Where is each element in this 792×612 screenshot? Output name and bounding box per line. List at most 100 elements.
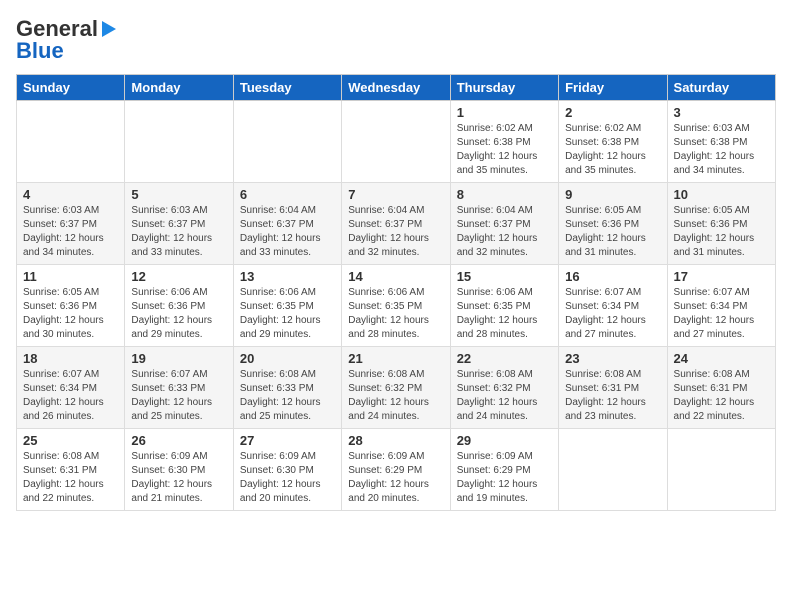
day-number: 19 [131,351,226,366]
day-number: 1 [457,105,552,120]
day-number: 5 [131,187,226,202]
day-info: Sunrise: 6:04 AM Sunset: 6:37 PM Dayligh… [348,204,443,260]
calendar-cell: 24 Sunrise: 6:08 AM Sunset: 6:31 PM Dayli… [667,347,775,429]
day-info: Sunrise: 6:05 AM Sunset: 6:36 PM Dayligh… [23,286,118,342]
day-info: Sunrise: 6:08 AM Sunset: 6:33 PM Dayligh… [240,368,335,424]
day-number: 14 [348,269,443,284]
day-info: Sunrise: 6:09 AM Sunset: 6:30 PM Dayligh… [240,450,335,506]
calendar-cell: 16Sunrise: 6:07 AM Sunset: 6:34 PM Dayli… [559,265,667,347]
calendar-cell [125,101,233,183]
day-number: 9 [565,187,660,202]
day-info: Sunrise: 6:07 AM Sunset: 6:34 PM Dayligh… [565,286,660,342]
day-info: Sunrise: 6:03 AM Sunset: 6:37 PM Dayligh… [131,204,226,260]
calendar-cell: 14 Sunrise: 6:06 AM Sunset: 6:35 PM Dayli… [342,265,450,347]
day-number: 26 [131,433,226,448]
day-info: Sunrise: 6:08 AM Sunset: 6:31 PM Dayligh… [23,450,118,506]
calendar-week-row: 11 Sunrise: 6:05 AM Sunset: 6:36 PM Dayli… [17,265,776,347]
calendar-cell: 26 Sunrise: 6:09 AM Sunset: 6:30 PM Dayli… [125,429,233,511]
day-info: Sunrise: 6:07 AM Sunset: 6:34 PM Dayligh… [674,286,769,342]
logo: General Blue [16,16,116,64]
day-info: Sunrise: 6:04 AM Sunset: 6:37 PM Dayligh… [240,204,335,260]
calendar-cell: 15 Sunrise: 6:06 AM Sunset: 6:35 PM Dayli… [450,265,558,347]
day-number: 29 [457,433,552,448]
weekday-header-tuesday: Tuesday [233,75,341,101]
calendar-table: SundayMondayTuesdayWednesdayThursdayFrid… [16,74,776,511]
calendar-cell: 21Sunrise: 6:08 AM Sunset: 6:32 PM Dayli… [342,347,450,429]
day-info: Sunrise: 6:05 AM Sunset: 6:36 PM Dayligh… [674,204,769,260]
calendar-week-row: 1 Sunrise: 6:02 AM Sunset: 6:38 PM Daylig… [17,101,776,183]
day-number: 17 [674,269,769,284]
day-info: Sunrise: 6:03 AM Sunset: 6:37 PM Dayligh… [23,204,118,260]
weekday-header-thursday: Thursday [450,75,558,101]
calendar-cell: 7 Sunrise: 6:04 AM Sunset: 6:37 PM Daylig… [342,183,450,265]
day-info: Sunrise: 6:02 AM Sunset: 6:38 PM Dayligh… [457,122,552,178]
calendar-cell: 3 Sunrise: 6:03 AM Sunset: 6:38 PM Daylig… [667,101,775,183]
day-info: Sunrise: 6:08 AM Sunset: 6:31 PM Dayligh… [674,368,769,424]
calendar-week-row: 25Sunrise: 6:08 AM Sunset: 6:31 PM Dayli… [17,429,776,511]
calendar-cell: 11 Sunrise: 6:05 AM Sunset: 6:36 PM Dayli… [17,265,125,347]
logo-blue: Blue [16,38,64,64]
day-number: 28 [348,433,443,448]
calendar-cell: 25Sunrise: 6:08 AM Sunset: 6:31 PM Dayli… [17,429,125,511]
calendar-cell: 17 Sunrise: 6:07 AM Sunset: 6:34 PM Dayli… [667,265,775,347]
calendar-cell: 8 Sunrise: 6:04 AM Sunset: 6:37 PM Daylig… [450,183,558,265]
calendar-cell: 28Sunrise: 6:09 AM Sunset: 6:29 PM Dayli… [342,429,450,511]
day-number: 22 [457,351,552,366]
calendar-cell: 12 Sunrise: 6:06 AM Sunset: 6:36 PM Dayli… [125,265,233,347]
day-info: Sunrise: 6:09 AM Sunset: 6:30 PM Dayligh… [131,450,226,506]
calendar-cell: 29 Sunrise: 6:09 AM Sunset: 6:29 PM Dayli… [450,429,558,511]
calendar-cell: 27 Sunrise: 6:09 AM Sunset: 6:30 PM Dayli… [233,429,341,511]
day-info: Sunrise: 6:08 AM Sunset: 6:31 PM Dayligh… [565,368,660,424]
day-number: 23 [565,351,660,366]
calendar-cell: 6 Sunrise: 6:04 AM Sunset: 6:37 PM Daylig… [233,183,341,265]
calendar-cell [559,429,667,511]
logo-arrow-icon [102,21,116,37]
day-number: 7 [348,187,443,202]
day-number: 6 [240,187,335,202]
calendar-cell: 22Sunrise: 6:08 AM Sunset: 6:32 PM Dayli… [450,347,558,429]
day-info: Sunrise: 6:07 AM Sunset: 6:34 PM Dayligh… [23,368,118,424]
calendar-cell: 1 Sunrise: 6:02 AM Sunset: 6:38 PM Daylig… [450,101,558,183]
calendar-cell [342,101,450,183]
calendar-cell: 10 Sunrise: 6:05 AM Sunset: 6:36 PM Dayli… [667,183,775,265]
calendar-cell: 4Sunrise: 6:03 AM Sunset: 6:37 PM Daylig… [17,183,125,265]
day-info: Sunrise: 6:04 AM Sunset: 6:37 PM Dayligh… [457,204,552,260]
weekday-header-row: SundayMondayTuesdayWednesdayThursdayFrid… [17,75,776,101]
day-number: 24 [674,351,769,366]
day-number: 11 [23,269,118,284]
calendar-cell: 13 Sunrise: 6:06 AM Sunset: 6:35 PM Dayli… [233,265,341,347]
weekday-header-saturday: Saturday [667,75,775,101]
day-number: 18 [23,351,118,366]
day-info: Sunrise: 6:06 AM Sunset: 6:35 PM Dayligh… [348,286,443,342]
calendar-cell: 5 Sunrise: 6:03 AM Sunset: 6:37 PM Daylig… [125,183,233,265]
calendar-cell: 2Sunrise: 6:02 AM Sunset: 6:38 PM Daylig… [559,101,667,183]
day-number: 10 [674,187,769,202]
day-number: 21 [348,351,443,366]
day-info: Sunrise: 6:06 AM Sunset: 6:35 PM Dayligh… [240,286,335,342]
weekday-header-wednesday: Wednesday [342,75,450,101]
calendar-cell [17,101,125,183]
day-info: Sunrise: 6:06 AM Sunset: 6:36 PM Dayligh… [131,286,226,342]
calendar-cell: 23 Sunrise: 6:08 AM Sunset: 6:31 PM Dayli… [559,347,667,429]
day-info: Sunrise: 6:05 AM Sunset: 6:36 PM Dayligh… [565,204,660,260]
day-info: Sunrise: 6:09 AM Sunset: 6:29 PM Dayligh… [457,450,552,506]
day-info: Sunrise: 6:06 AM Sunset: 6:35 PM Dayligh… [457,286,552,342]
calendar-cell: 9 Sunrise: 6:05 AM Sunset: 6:36 PM Daylig… [559,183,667,265]
day-number: 15 [457,269,552,284]
day-info: Sunrise: 6:03 AM Sunset: 6:38 PM Dayligh… [674,122,769,178]
day-number: 2 [565,105,660,120]
day-number: 3 [674,105,769,120]
calendar-week-row: 18 Sunrise: 6:07 AM Sunset: 6:34 PM Dayli… [17,347,776,429]
weekday-header-monday: Monday [125,75,233,101]
day-number: 27 [240,433,335,448]
day-number: 12 [131,269,226,284]
calendar-cell [667,429,775,511]
calendar-cell: 20Sunrise: 6:08 AM Sunset: 6:33 PM Dayli… [233,347,341,429]
day-number: 13 [240,269,335,284]
calendar-week-row: 4Sunrise: 6:03 AM Sunset: 6:37 PM Daylig… [17,183,776,265]
day-number: 8 [457,187,552,202]
calendar-cell: 19Sunrise: 6:07 AM Sunset: 6:33 PM Dayli… [125,347,233,429]
calendar-cell: 18 Sunrise: 6:07 AM Sunset: 6:34 PM Dayli… [17,347,125,429]
page-header: General Blue [16,16,776,64]
weekday-header-sunday: Sunday [17,75,125,101]
